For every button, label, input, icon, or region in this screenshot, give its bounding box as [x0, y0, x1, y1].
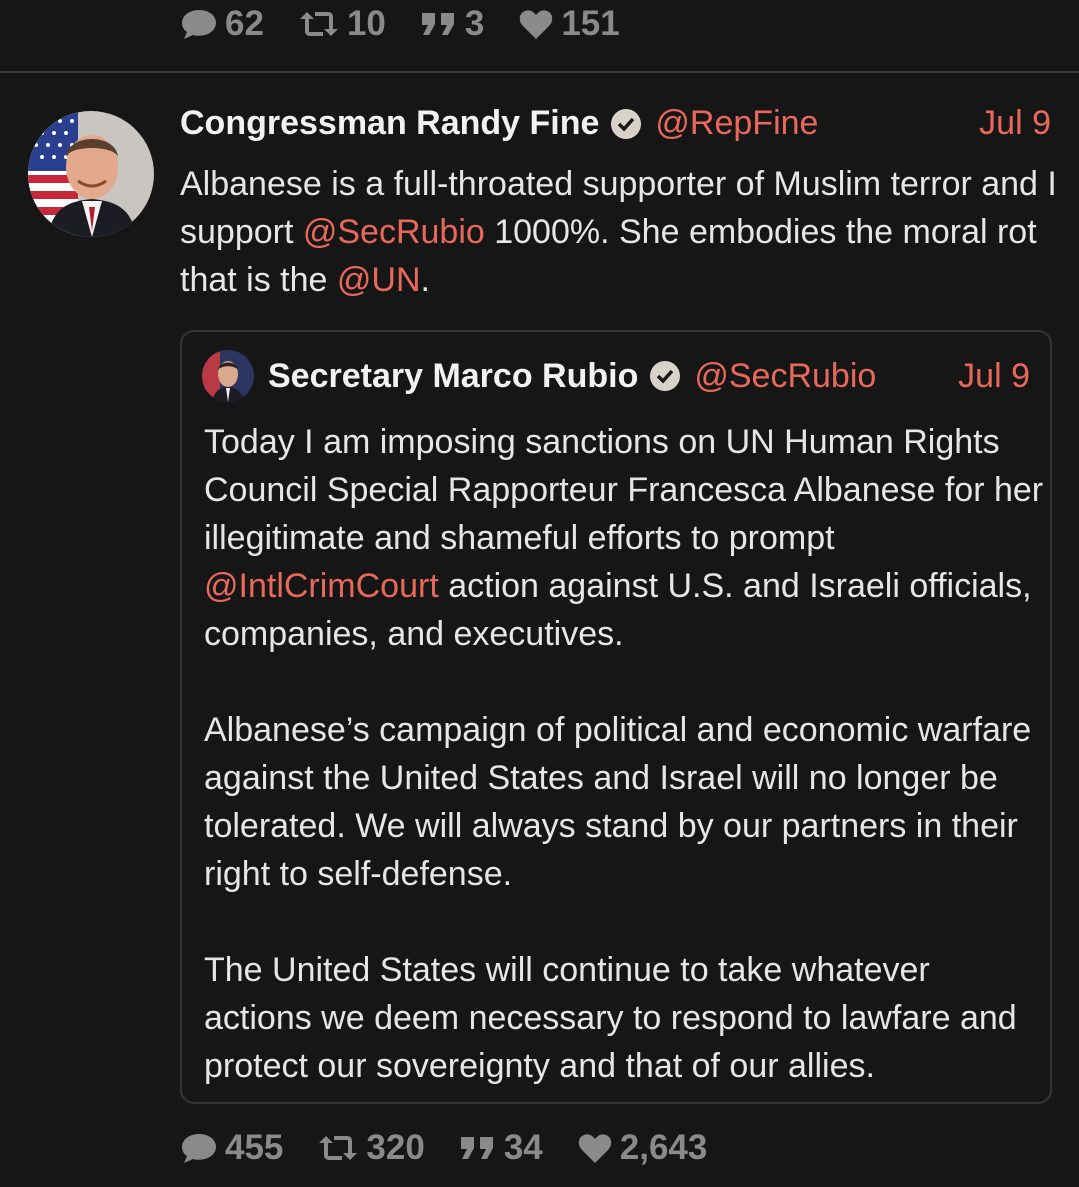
post-header: Congressman Randy Fine @RepFine Jul 9 — [180, 104, 1051, 143]
like-stat[interactable]: 151 — [518, 4, 620, 43]
like-count: 151 — [561, 4, 620, 43]
reply-count: 62 — [225, 4, 264, 43]
author-name[interactable]: Congressman Randy Fine — [180, 104, 599, 143]
quote-count: 3 — [464, 4, 485, 43]
retweet-icon — [299, 11, 338, 36]
quote-count: 34 — [503, 1128, 543, 1167]
retweet-stat[interactable]: 10 — [298, 6, 386, 41]
quoted-post-header: Secretary Marco Rubio @SecRubio Jul 9 — [202, 350, 1030, 402]
quote-stat[interactable]: 34 — [459, 1130, 543, 1165]
retweet-count: 10 — [346, 4, 386, 43]
author-handle[interactable]: @RepFine — [655, 104, 818, 143]
previous-post-stats: 62 10 3 151 — [180, 6, 654, 41]
reply-icon — [182, 1133, 216, 1163]
reply-count: 455 — [225, 1128, 284, 1167]
post-date[interactable]: Jul 9 — [979, 104, 1051, 143]
verified-icon — [609, 107, 643, 141]
quoted-post[interactable]: Secretary Marco Rubio @SecRubio Jul 9 To… — [180, 330, 1052, 1104]
reply-stat[interactable]: 455 — [180, 1130, 283, 1165]
quoted-post-date[interactable]: Jul 9 — [958, 357, 1030, 396]
author-avatar[interactable] — [28, 111, 154, 237]
retweet-stat[interactable]: 320 — [317, 1128, 425, 1167]
reply-icon — [182, 9, 216, 39]
post-text-part: . — [420, 261, 430, 299]
quoted-paragraph-1: Today I am imposing sanctions on UN Huma… — [204, 418, 1044, 658]
like-count: 2,643 — [619, 1128, 708, 1167]
like-icon — [578, 1133, 611, 1163]
quote-stat[interactable]: 3 — [420, 6, 484, 41]
quote-icon — [421, 12, 454, 35]
post-text: Albanese is a full-throated supporter of… — [180, 160, 1060, 304]
quoted-paragraph-2: Albanese’s campaign of political and eco… — [204, 711, 1032, 893]
quoted-paragraph-3: The United States will continue to take … — [204, 951, 1017, 1085]
quoted-author-handle[interactable]: @SecRubio — [694, 357, 876, 396]
like-icon — [520, 9, 553, 39]
mention-link[interactable]: @IntlCrimCourt — [204, 567, 439, 605]
post-divider — [0, 71, 1079, 73]
quote-icon — [460, 1136, 493, 1159]
reply-stat[interactable]: 62 — [180, 6, 264, 41]
mention-link[interactable]: @SecRubio — [303, 213, 485, 251]
quoted-author-avatar[interactable] — [202, 350, 254, 402]
verified-icon — [648, 359, 682, 393]
retweet-count: 320 — [366, 1128, 425, 1167]
quoted-text-part: Today I am imposing sanctions on UN Huma… — [204, 423, 1044, 557]
quoted-post-text: Today I am imposing sanctions on UN Huma… — [204, 418, 1044, 1090]
like-stat[interactable]: 2,643 — [577, 1128, 708, 1167]
retweet-icon — [319, 1135, 358, 1160]
post-stats: 455 320 34 2,643 — [180, 1130, 741, 1165]
mention-link[interactable]: @UN — [337, 261, 421, 299]
quoted-author-name[interactable]: Secretary Marco Rubio — [268, 357, 638, 396]
